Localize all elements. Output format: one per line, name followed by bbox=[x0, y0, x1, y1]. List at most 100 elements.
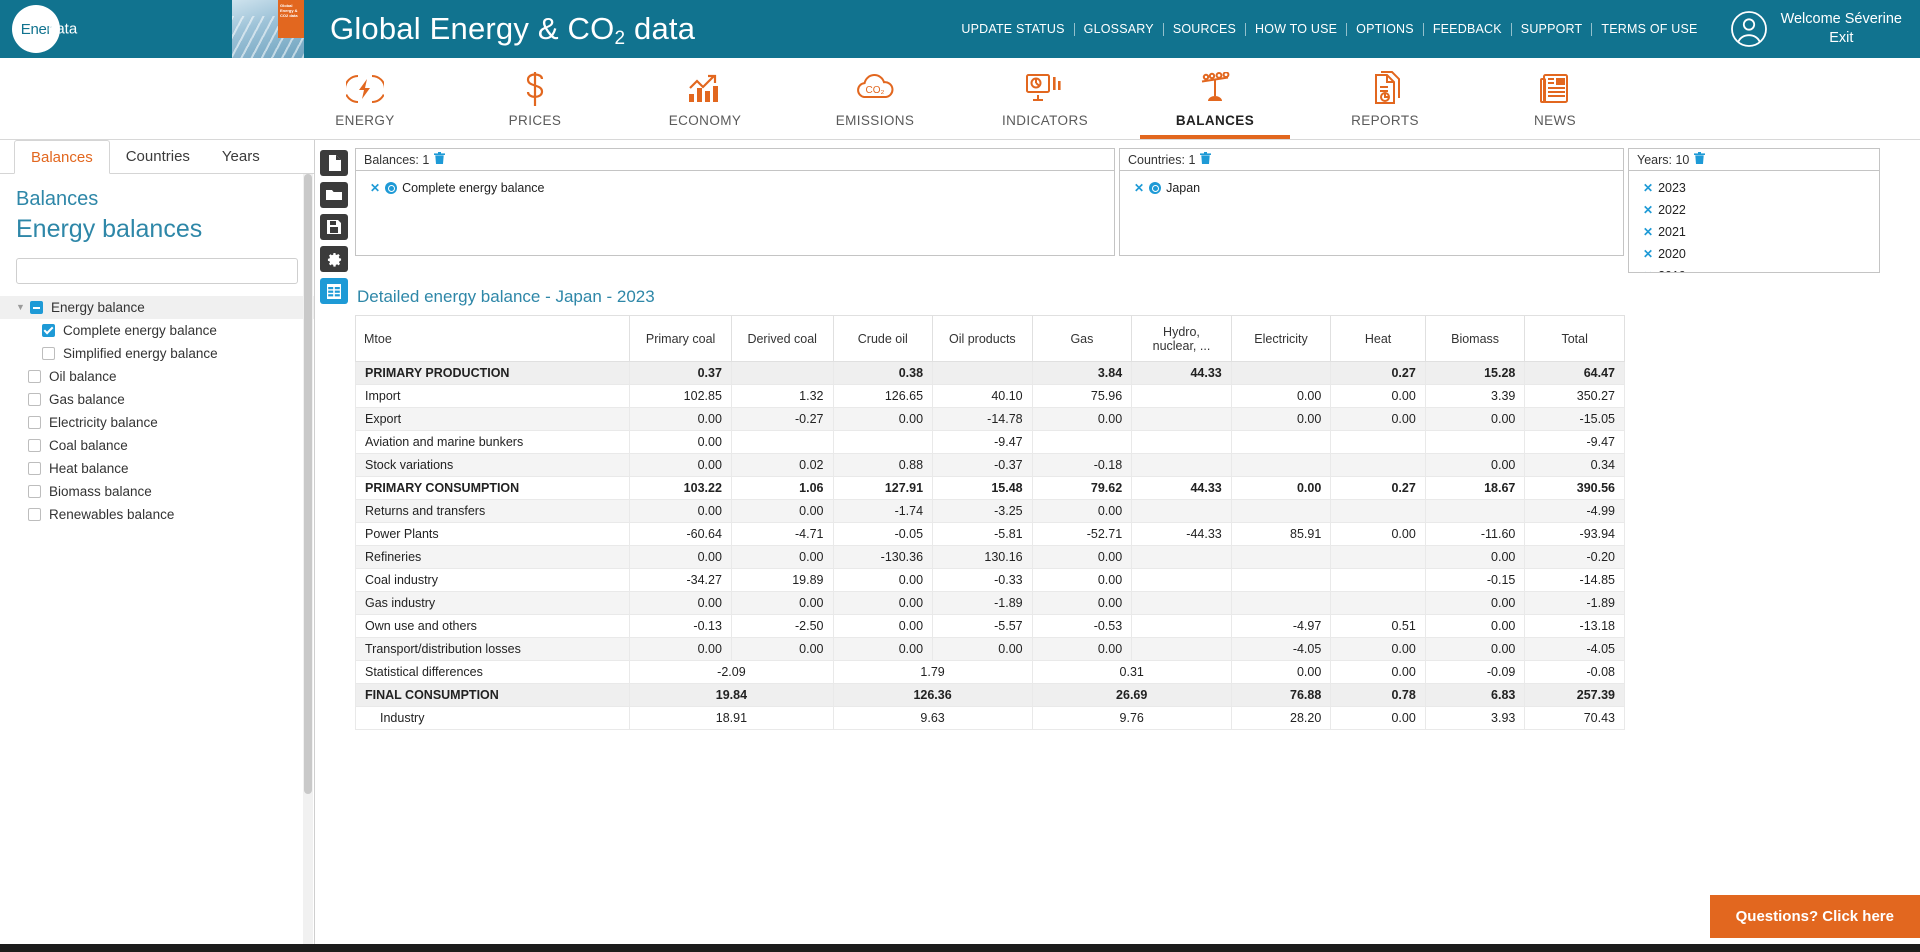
data-table-button[interactable] bbox=[320, 278, 348, 304]
utility-nav-link-glossary[interactable]: GLOSSARY bbox=[1075, 22, 1164, 36]
utility-nav-link-update-status[interactable]: UPDATE STATUS bbox=[952, 22, 1075, 36]
visibility-toggle-icon[interactable] bbox=[1149, 182, 1162, 194]
sidebar-tab-countries[interactable]: Countries bbox=[110, 140, 206, 174]
tree-checkbox[interactable] bbox=[28, 462, 41, 475]
sidebar-search-input[interactable] bbox=[16, 258, 298, 284]
tree-checkbox[interactable] bbox=[28, 416, 41, 429]
table-row[interactable]: Import 102.85 1.32 126.65 40.10 75.96 0.00 0.00… bbox=[354, 384, 1625, 408]
utility-nav-link-feedback[interactable]: FEEDBACK bbox=[1424, 22, 1512, 36]
table-row[interactable]: PRIMARY CONSUMPTION 103.22 1.06 127.91 15.48… bbox=[354, 476, 1625, 500]
table-row-label: Aviation and marine bunkers bbox=[354, 430, 631, 454]
tree-item-biomass-balance[interactable]: Biomass balance bbox=[0, 480, 314, 503]
tree-item-heat-balance[interactable]: Heat balance bbox=[0, 457, 314, 480]
table-row[interactable]: Aviation and marine bunkers 0.00 -9.47 -9.4… bbox=[354, 430, 1625, 454]
table-cell: 0.00 bbox=[629, 453, 732, 477]
table-cell: 0.00 bbox=[1330, 384, 1426, 408]
main-nav-label: ECONOMY bbox=[668, 113, 742, 128]
table-row[interactable]: Power Plants -60.64 -4.71 -0.05 -5.81 -52.71-… bbox=[354, 522, 1625, 546]
table-column-header[interactable]: Hydro, nuclear, ... bbox=[1131, 315, 1232, 362]
tree-checkbox[interactable] bbox=[42, 324, 55, 337]
utility-nav-link-support[interactable]: SUPPORT bbox=[1512, 22, 1593, 36]
table-column-header[interactable]: Biomass bbox=[1424, 315, 1526, 362]
table-column-header[interactable]: Heat bbox=[1330, 315, 1426, 362]
sidebar-tab-years[interactable]: Years bbox=[206, 140, 276, 174]
sidebar-scrollbar[interactable] bbox=[303, 174, 313, 952]
main-nav-news[interactable]: NEWS bbox=[1470, 58, 1640, 139]
table-column-header[interactable]: Derived coal bbox=[730, 315, 834, 362]
questions-help-button[interactable]: Questions? Click here bbox=[1709, 895, 1920, 938]
sidebar-tab-balances[interactable]: Balances bbox=[14, 140, 110, 174]
tree-checkbox[interactable] bbox=[30, 301, 43, 314]
tree-item-energy-balance[interactable]: ▼ Energy balance bbox=[0, 296, 314, 319]
table-row-label: Coal industry bbox=[354, 568, 631, 592]
tree-item-oil-balance[interactable]: Oil balance bbox=[0, 365, 314, 388]
tree-item-coal-balance[interactable]: Coal balance bbox=[0, 434, 314, 457]
table-row[interactable]: FINAL CONSUMPTION 19.84 126.36 26.69 76.88 0.… bbox=[354, 683, 1625, 707]
remove-item-icon[interactable]: ✕ bbox=[1643, 270, 1653, 272]
table-column-header[interactable]: Crude oil bbox=[832, 315, 934, 362]
table-row[interactable]: Returns and transfers 0.00 0.00 -1.74 -3.25 0… bbox=[354, 499, 1625, 523]
table-cell: 390.56 bbox=[1524, 476, 1625, 500]
table-row[interactable]: Industry 18.91 9.63 9.76 28.20 0.00 3.93 70.43 bbox=[354, 706, 1625, 730]
tree-checkbox[interactable] bbox=[28, 439, 41, 452]
table-column-header[interactable]: Primary coal bbox=[629, 315, 732, 362]
main-nav-prices[interactable]: PRICES bbox=[450, 58, 620, 139]
open-folder-button[interactable] bbox=[320, 182, 348, 208]
table-row[interactable]: Transport/distribution losses 0.00 0.00 0.0… bbox=[354, 637, 1625, 661]
save-button[interactable] bbox=[320, 214, 348, 240]
table-cell bbox=[730, 361, 834, 385]
main-nav-emissions[interactable]: CO₂ EMISSIONS bbox=[790, 58, 960, 139]
tree-item-electricity-balance[interactable]: Electricity balance bbox=[0, 411, 314, 434]
table-row[interactable]: Stock variations 0.00 0.02 0.88 -0.37 -0.18 0.… bbox=[354, 453, 1625, 477]
main-nav-balances[interactable]: BALANCES bbox=[1130, 58, 1300, 139]
user-area[interactable]: Welcome Séverine Exit bbox=[1729, 9, 1902, 49]
tree-checkbox[interactable] bbox=[28, 370, 41, 383]
settings-button[interactable] bbox=[320, 246, 348, 272]
main-nav-reports[interactable]: REPORTS bbox=[1300, 58, 1470, 139]
table-column-header[interactable]: Electricity bbox=[1230, 315, 1332, 362]
table-cell: -14.85 bbox=[1524, 568, 1625, 592]
tree-checkbox[interactable] bbox=[28, 393, 41, 406]
tree-checkbox[interactable] bbox=[42, 347, 55, 360]
remove-item-icon[interactable]: ✕ bbox=[1643, 204, 1653, 216]
years-clear-all-icon[interactable] bbox=[1694, 152, 1706, 167]
table-column-header[interactable]: Mtoe bbox=[354, 315, 631, 362]
table-column-header[interactable]: Total bbox=[1524, 315, 1625, 362]
table-column-header[interactable]: Gas bbox=[1031, 315, 1133, 362]
remove-item-icon[interactable]: ✕ bbox=[1643, 226, 1653, 238]
balances-clear-all-icon[interactable] bbox=[434, 152, 446, 167]
utility-nav-link-options[interactable]: OPTIONS bbox=[1347, 22, 1424, 36]
new-document-button[interactable] bbox=[320, 150, 348, 176]
table-row[interactable]: Gas industry 0.00 0.00 0.00 -1.89 0.00 0.00 -1.… bbox=[354, 591, 1625, 615]
newspaper-icon bbox=[1537, 69, 1573, 109]
utility-nav-link-sources[interactable]: SOURCES bbox=[1164, 22, 1247, 36]
remove-item-icon[interactable]: ✕ bbox=[1134, 182, 1144, 194]
tree-checkbox[interactable] bbox=[28, 485, 41, 498]
table-column-header[interactable]: Oil products bbox=[932, 315, 1033, 362]
tree-item-renewables-balance[interactable]: Renewables balance bbox=[0, 503, 314, 526]
main-nav-economy[interactable]: ECONOMY bbox=[620, 58, 790, 139]
remove-item-icon[interactable]: ✕ bbox=[1643, 182, 1653, 194]
table-row[interactable]: Statistical differences -2.09 1.79 0.31 0.00… bbox=[354, 660, 1625, 684]
tree-item-simplified-energy-balance[interactable]: Simplified energy balance bbox=[0, 342, 314, 365]
utility-nav-link-terms-of-use[interactable]: TERMS OF USE bbox=[1592, 22, 1706, 36]
countries-clear-all-icon[interactable] bbox=[1200, 152, 1212, 167]
tree-item-gas-balance[interactable]: Gas balance bbox=[0, 388, 314, 411]
visibility-toggle-icon[interactable] bbox=[385, 182, 398, 194]
table-row[interactable]: Export 0.00 -0.27 0.00 -14.78 0.00 0.00 0.00 0.0… bbox=[354, 407, 1625, 431]
table-row[interactable]: Own use and others -0.13 -2.50 0.00 -5.57 -0.… bbox=[354, 614, 1625, 638]
exit-link[interactable]: Exit bbox=[1781, 29, 1902, 48]
enerdata-logo[interactable]: Ener data bbox=[0, 5, 210, 53]
table-row[interactable]: PRIMARY PRODUCTION 0.37 0.38 3.84 44.33 0.27 1… bbox=[354, 361, 1625, 385]
tree-item-complete-energy-balance[interactable]: Complete energy balance bbox=[0, 319, 314, 342]
tree-checkbox[interactable] bbox=[28, 508, 41, 521]
sidebar-scrollbar-thumb[interactable] bbox=[304, 174, 312, 794]
chevron-down-icon[interactable]: ▼ bbox=[16, 303, 30, 312]
table-row[interactable]: Refineries 0.00 0.00 -130.36 130.16 0.00 0.00-… bbox=[354, 545, 1625, 569]
remove-item-icon[interactable]: ✕ bbox=[1643, 248, 1653, 260]
utility-nav-link-how-to-use[interactable]: HOW TO USE bbox=[1246, 22, 1348, 36]
main-nav-energy[interactable]: ENERGY bbox=[280, 58, 450, 139]
remove-item-icon[interactable]: ✕ bbox=[370, 182, 380, 194]
main-nav-indicators[interactable]: INDICATORS bbox=[960, 58, 1130, 139]
table-row[interactable]: Coal industry -34.27 19.89 0.00 -0.33 0.00 -0.… bbox=[354, 568, 1625, 592]
